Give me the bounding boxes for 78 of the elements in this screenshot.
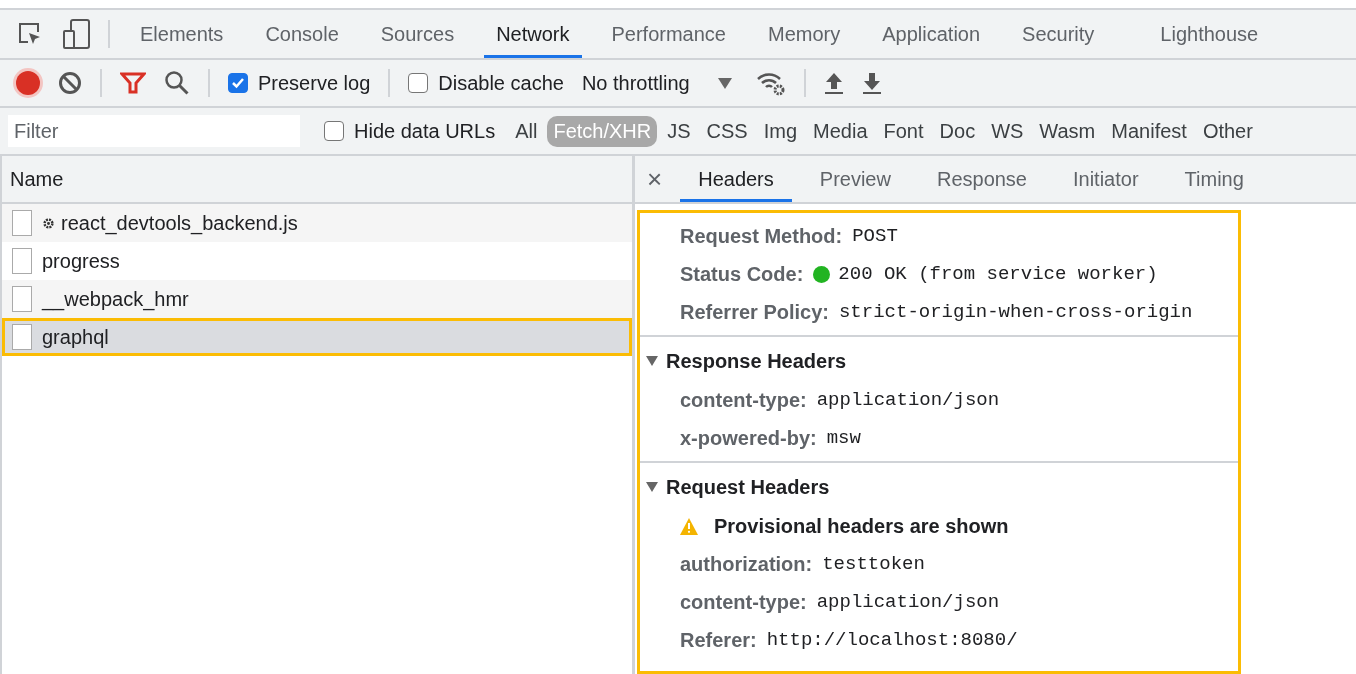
header-name: x-powered-by:: [680, 426, 817, 450]
device-toolbar-icon[interactable]: [62, 19, 90, 49]
checkbox-label: Hide data URLs: [354, 119, 496, 143]
throttling-dropdown[interactable]: No throttling: [581, 71, 738, 95]
type-filter-button[interactable]: Manifest: [1105, 115, 1193, 147]
detail-tab[interactable]: Headers: [680, 156, 792, 202]
detail-tab[interactable]: Preview: [801, 156, 909, 202]
header-name: content-type:: [680, 388, 807, 412]
panel-tab[interactable]: Sources: [368, 10, 467, 58]
panel-tab[interactable]: Application: [870, 10, 993, 58]
filter-field[interactable]: Filter: [8, 115, 300, 147]
request-row[interactable]: graphql: [2, 318, 632, 356]
download-icon[interactable]: [861, 71, 882, 95]
panel-tab[interactable]: Elements: [128, 10, 236, 58]
request-row[interactable]: progress: [2, 242, 632, 280]
header-value: POST: [852, 225, 898, 247]
section-title[interactable]: Request Headers: [666, 475, 830, 499]
upload-icon[interactable]: [823, 71, 844, 95]
type-filter-button[interactable]: All: [509, 115, 544, 147]
panel-tab[interactable]: Security: [1010, 10, 1107, 58]
checkbox-label: Preserve log: [258, 71, 371, 95]
header-value: http://localhost:8080/: [766, 629, 1018, 651]
panel-tab[interactable]: Memory: [756, 10, 853, 58]
file-icon: [12, 248, 32, 274]
expand-triangle-icon[interactable]: [646, 482, 658, 492]
checkbox[interactable]: [324, 121, 344, 141]
header-name: content-type:: [680, 590, 807, 614]
detail-tab[interactable]: Initiator: [1055, 156, 1157, 202]
type-filter-button[interactable]: JS: [661, 115, 697, 147]
type-filter-button[interactable]: Wasm: [1033, 115, 1102, 147]
panel-tab[interactable]: Performance: [599, 10, 738, 58]
header-value: application/json: [816, 591, 1000, 613]
type-filter-button[interactable]: Media: [807, 115, 874, 147]
header-name: Request Method:: [680, 224, 843, 248]
warning-text: Provisional headers are shown: [714, 514, 1009, 538]
type-filter-button[interactable]: WS: [985, 115, 1030, 147]
panel-tab[interactable]: Lighthouse: [1148, 10, 1271, 58]
record-icon[interactable]: [16, 71, 40, 95]
clear-icon[interactable]: [58, 71, 82, 95]
search-icon[interactable]: [164, 70, 190, 96]
detail-tab[interactable]: Response: [918, 156, 1045, 202]
filter-icon[interactable]: [120, 72, 146, 94]
panel-tab[interactable]: Console: [253, 10, 351, 58]
request-row[interactable]: react_devtools_backend.js: [2, 204, 632, 242]
file-icon: [12, 324, 32, 350]
request-name: react_devtools_backend.js: [61, 211, 298, 235]
request-row[interactable]: __webpack_hmr: [2, 280, 632, 318]
wifi-gear-icon[interactable]: [755, 70, 786, 96]
caret-icon: [717, 77, 732, 89]
checkbox[interactable]: [228, 73, 248, 93]
header-value: 200 OK (from service worker): [838, 263, 1158, 285]
section-title[interactable]: Response Headers: [666, 349, 847, 373]
header-name: Referrer Policy:: [680, 300, 829, 324]
file-icon: [12, 286, 32, 312]
type-filter-button[interactable]: Img: [757, 115, 804, 147]
checkbox[interactable]: [408, 73, 429, 93]
request-name: progress: [42, 249, 120, 273]
header-value: strict-origin-when-cross-origin: [838, 301, 1193, 323]
header-name: authorization:: [680, 552, 813, 576]
warning-icon: [680, 517, 698, 535]
type-filter-button[interactable]: Font: [877, 115, 930, 147]
close-button[interactable]: ×: [647, 163, 663, 195]
header-value: msw: [826, 427, 861, 449]
detail-tab[interactable]: Timing: [1166, 156, 1262, 202]
request-name: __webpack_hmr: [42, 287, 189, 311]
checkbox-label: Disable cache: [438, 71, 564, 95]
header-name: Status Code:: [680, 262, 804, 286]
file-icon: [12, 210, 32, 236]
gear-icon: [42, 216, 55, 230]
type-filter-button[interactable]: Other: [1196, 115, 1259, 147]
header-value: testtoken: [822, 553, 925, 575]
request-name: graphql: [42, 325, 109, 349]
type-filter-button[interactable]: Doc: [933, 115, 982, 147]
type-filter-button[interactable]: CSS: [700, 115, 754, 147]
expand-triangle-icon[interactable]: [646, 356, 658, 366]
header-value: application/json: [816, 389, 1000, 411]
column-header[interactable]: Name: [2, 156, 632, 204]
header-name: Referer:: [680, 628, 757, 652]
